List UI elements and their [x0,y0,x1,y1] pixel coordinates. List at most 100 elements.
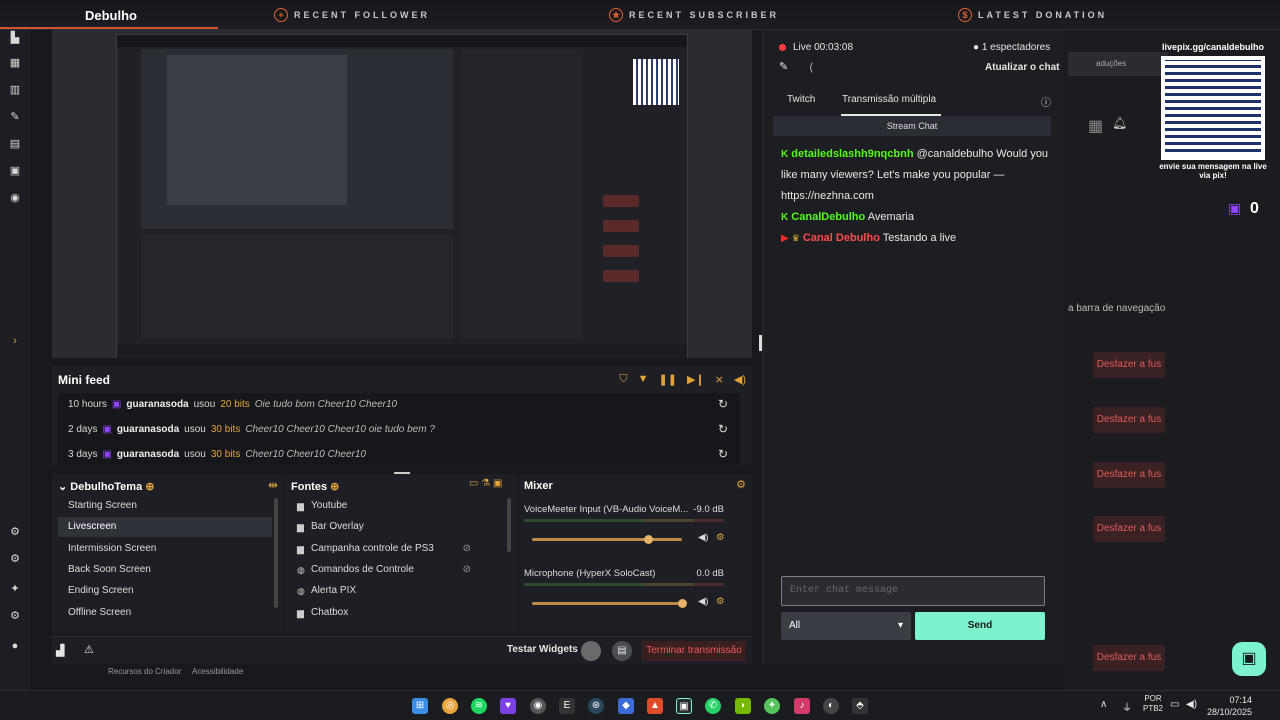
add-source-icon[interactable]: ⊕ [330,481,339,493]
music-icon[interactable]: ♪ [794,698,810,714]
apps-icon[interactable]: ▦ [1088,116,1103,136]
undo-merge-button[interactable]: Desfazer a fus [1093,352,1165,378]
keyboard-language[interactable]: POR PTB2 [1143,694,1163,714]
shield-icon[interactable]: ⛉ [619,373,627,386]
streamlabs-icon[interactable]: ▣ [676,698,692,714]
hidden-eye-icon[interactable]: ⊘ [463,560,471,580]
tray-chevron-icon[interactable]: ∧ [1100,699,1107,710]
app-icon-green[interactable]: ✦ [764,698,780,714]
scrollbar[interactable] [274,498,278,608]
gear-icon[interactable]: ⚙ [716,532,725,543]
spotify-icon[interactable]: ≋ [471,698,487,714]
chat-bubble-icon[interactable]: ▣ [1232,642,1266,676]
scene-collection-name[interactable]: DebulhoTema [70,481,142,493]
app-icon-gray[interactable]: ◐ [823,698,839,714]
purple-app-icon[interactable]: ♥ [500,698,516,714]
source-item[interactable]: ▆ Campanha controle de PS3 ⊘ [291,539,501,559]
store-icon[interactable]: ▤ [9,138,21,150]
hidden-eye-icon[interactable]: ⊘ [463,539,471,559]
resize-handle[interactable] [759,335,762,351]
gear-icon[interactable]: ⚙ [716,596,725,607]
replay-icon[interactable]: ↻ [718,397,728,411]
alert-icon[interactable]: ⚠ [84,643,94,656]
speaker-icon[interactable]: ◀) [698,532,708,543]
scene-item[interactable]: Offline Screen [58,603,272,623]
panel-icon[interactable]: ▥ [9,84,21,96]
sparkle-icon[interactable]: ✦ [9,583,21,595]
volume-slider[interactable] [532,599,687,608]
source-item[interactable]: ◍ Alerta PIX [291,581,501,601]
filter-icon[interactable]: ▼ [638,373,649,386]
replay-buffer-icon[interactable]: ▤ [612,641,632,661]
undo-merge-button[interactable]: Desfazer a fus [1093,645,1165,671]
dock-icon[interactable]: ▙ [9,32,21,44]
tab-twitch[interactable]: Twitch [787,94,815,105]
platform-select[interactable]: All ▾ [781,612,911,640]
record-icon[interactable]: ◉ [9,192,21,204]
source-item[interactable]: ▆ Youtube [291,496,501,516]
grid-icon[interactable]: ▦ [9,57,21,69]
source-tools-icons[interactable]: ▭ ⚗ ▣ [469,478,502,489]
epic-games-icon[interactable]: E [559,698,575,714]
test-widgets-label[interactable]: Testar Widgets [507,644,578,655]
source-item[interactable]: ▆ Chatbox [291,603,501,623]
chrome-icon[interactable]: ◎ [442,698,458,714]
speaker-icon[interactable]: ◀) [698,596,708,607]
gear-icon[interactable]: ⚙ [736,478,746,491]
scene-item[interactable]: Intermission Screen [58,539,272,559]
system-clock[interactable]: 07:14 28/10/2025 [1207,694,1252,718]
settings-icon[interactable]: ⚙ [9,526,21,538]
volume-icon[interactable]: ◀) [734,373,746,386]
windows-start-icon[interactable]: ⊞ [412,698,428,714]
stats-icon[interactable]: ▟ [56,644,64,657]
chat-input[interactable]: Enter chat message [781,576,1045,606]
whatsapp-icon[interactable]: ✆ [705,698,721,714]
steam-icon[interactable]: ⊛ [588,698,604,714]
app-icon-red[interactable]: ▲ [647,698,663,714]
slider-knob[interactable] [644,535,653,544]
share-icon[interactable]: ⟨ [809,61,813,74]
footer-link[interactable]: Acessibilidade [192,667,243,676]
obs-icon[interactable]: ◉ [530,698,546,714]
footer-link[interactable]: Recursos do Criador [108,667,181,676]
tools-icon[interactable]: ✎ [9,111,21,123]
scene-item[interactable]: Livescreen [58,517,272,537]
scrollbar[interactable] [507,498,511,552]
skip-icon[interactable]: ▶❙ [687,373,705,386]
send-button[interactable]: Send [915,612,1045,640]
source-item[interactable]: ◍ Comandos de Controle ⊘ [291,560,501,580]
user-icon[interactable]: ● [9,640,21,652]
pause-icon[interactable]: ❚❚ [659,373,677,386]
microphone-icon[interactable]: ⏚ [1122,699,1132,714]
nvidia-icon[interactable]: ◗ [735,698,751,714]
tab-multistream[interactable]: Transmissão múltipla [842,94,936,105]
info-icon[interactable]: ⓘ [1041,94,1051,109]
mute-alerts-icon[interactable]: ⨯ [715,373,724,386]
source-item[interactable]: ▆ Bar Overlay [291,517,501,537]
scenes-icon[interactable]: ▣ [9,165,21,177]
replay-icon[interactable]: ↻ [718,447,728,461]
volume-slider[interactable] [532,535,682,544]
chevron-right-icon[interactable]: › [9,335,21,347]
network-icon[interactable]: ▭ [1170,699,1179,710]
refresh-chat-link[interactable]: Atualizar o chat [985,62,1059,73]
scene-item[interactable]: Back Soon Screen [58,560,272,580]
scene-item[interactable]: Ending Screen [58,581,272,601]
edit-icon[interactable]: ✎ [779,60,788,73]
gear-icon[interactable]: ⚙ [9,610,21,622]
undo-merge-button[interactable]: Desfazer a fus [1093,462,1165,488]
bell-icon[interactable]: 🔔︎ [1112,116,1127,130]
undo-merge-button[interactable]: Desfazer a fus [1093,407,1165,433]
settings-alt-icon[interactable]: ⚙ [9,553,21,565]
add-scene-icon[interactable]: ⊕ [145,481,154,493]
undo-merge-button[interactable]: Desfazer a fus [1093,516,1165,542]
end-stream-button[interactable]: Terminar transmissão [642,641,746,661]
transition-icon[interactable]: ⇹ [268,478,278,492]
scene-item[interactable]: Starting Screen [58,496,272,516]
replay-icon[interactable]: ↻ [718,422,728,436]
app-icon-dark[interactable]: ⬘ [852,698,868,714]
slider-knob[interactable] [678,599,687,608]
app-icon[interactable]: ◆ [618,698,634,714]
record-button[interactable] [581,641,601,661]
stream-preview[interactable] [52,30,752,359]
